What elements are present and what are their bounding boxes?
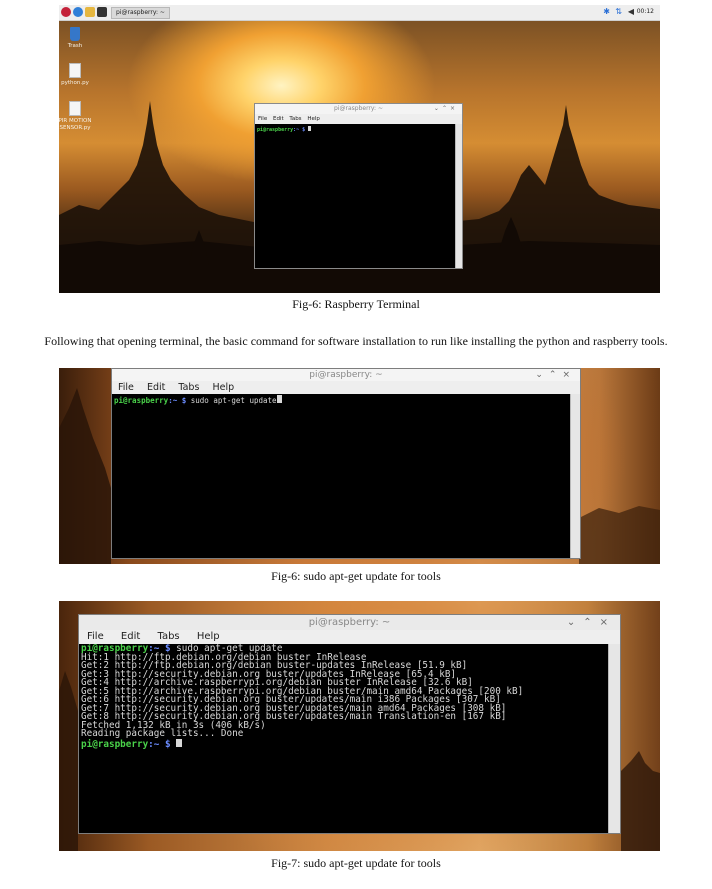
minimize-icon[interactable]: ⌄ [434,105,442,112]
text-cursor [308,126,312,131]
raspberry-menu-icon[interactable] [61,7,71,17]
close-icon[interactable]: × [600,617,616,628]
close-icon[interactable]: × [450,105,458,112]
menu-edit[interactable]: Edit [147,381,165,394]
menu-tabs[interactable]: Tabs [157,630,179,644]
menu-tabs[interactable]: Tabs [178,381,199,394]
minimize-icon[interactable]: ⌄ [535,370,549,380]
menu-help[interactable]: Help [197,630,220,644]
terminal-screen[interactable]: pi@raspberry:~ $ sudo apt-get update Hit:… [79,644,609,833]
prompt-path: :~ $ [293,127,306,133]
prompt-user: pi@raspberry [257,127,294,133]
terminal-screenshot-2: pi@raspberry: ~ ⌄⌃× File Edit Tabs Help … [59,368,660,564]
prompt-path: :~ $ [148,738,171,750]
desktop-icon-trash[interactable]: Trash [59,27,95,50]
maximize-icon[interactable]: ⌃ [549,370,563,380]
text-cursor [176,738,183,747]
menu-file[interactable]: File [87,630,104,644]
scrollbar[interactable] [455,124,462,268]
terminal-title: pi@raspberry: ~ [309,370,383,380]
terminal-window[interactable]: pi@raspberry: ~ ⌄⌃× File Edit Tabs Help … [254,103,463,269]
scrollbar[interactable] [608,644,620,833]
terminal-screen[interactable]: pi@raspberry:~ $ sudo apt-get update [112,394,571,558]
desktop-icon-label: Trash [67,43,83,49]
figure-caption-1: Fig-6: Raspberry Terminal [292,297,420,311]
figure-caption-3: Fig-7: sudo apt-get update for tools [271,856,441,870]
terminal-title: pi@raspberry: ~ [334,105,383,112]
desktop-icon-label: python.py [61,80,89,86]
terminal-menubar: File Edit Tabs Help [112,381,580,394]
terminal-titlebar[interactable]: pi@raspberry: ~ ⌄⌃× [79,615,620,630]
prompt-user: pi@raspberry [81,738,149,750]
taskbar-task-label: pi@raspberry: ~ [116,9,165,16]
menu-tabs[interactable]: Tabs [289,114,301,124]
terminal-icon[interactable] [97,7,107,17]
browser-icon[interactable] [73,7,83,17]
network-icon[interactable]: ⇅ [615,7,622,17]
trash-icon [70,27,80,41]
menu-help[interactable]: Help [307,114,320,124]
terminal-line-prompt: pi@raspberry:~ $ [81,738,607,750]
window-controls[interactable]: ⌄⌃× [567,615,616,630]
terminal-command: sudo apt-get update [186,396,277,405]
terminal-titlebar[interactable]: pi@raspberry: ~ ⌄⌃× [255,104,462,114]
maximize-icon[interactable]: ⌃ [442,105,450,112]
file-icon [69,101,81,116]
menu-edit[interactable]: Edit [121,630,140,644]
terminal-menubar: File Edit Tabs Help [255,114,462,124]
desktop-icon-python[interactable]: python.py [59,63,95,87]
window-controls[interactable]: ⌄⌃× [535,369,576,381]
terminal-screenshot-3: pi@raspberry: ~ ⌄⌃× File Edit Tabs Help … [59,601,660,851]
terminal-output-line: Reading package lists... Done [81,728,244,739]
figure-caption-2: Fig-6: sudo apt-get update for tools [271,569,441,583]
terminal-screen[interactable]: pi@raspberry:~ $ [255,124,456,268]
terminal-titlebar[interactable]: pi@raspberry: ~ ⌄⌃× [112,369,580,381]
menu-edit[interactable]: Edit [273,114,284,124]
text-cursor [276,395,282,403]
window-controls[interactable]: ⌄⌃× [434,104,458,114]
maximize-icon[interactable]: ⌃ [583,617,599,628]
minimize-icon[interactable]: ⌄ [567,617,583,628]
desktop-screenshot: pi@raspberry: ~ ✱ ⇅ ◀ 00:12 Trash python… [59,5,660,293]
volume-icon[interactable]: ◀ [628,7,634,17]
menu-help[interactable]: Help [212,381,234,394]
taskbar: pi@raspberry: ~ ✱ ⇅ ◀ 00:12 [59,5,660,21]
desktop-icon-label: PIR MOTION SENSOR.py [59,118,92,131]
scrollbar[interactable] [570,394,580,558]
folder-icon[interactable] [85,7,95,17]
menu-file[interactable]: File [258,114,267,124]
file-icon [69,63,81,78]
prompt-path: :~ $ [168,396,187,405]
terminal-window[interactable]: pi@raspberry: ~ ⌄⌃× File Edit Tabs Help … [78,614,621,834]
close-icon[interactable]: × [562,370,576,380]
prompt-user: pi@raspberry [114,396,169,405]
taskbar-task-terminal[interactable]: pi@raspberry: ~ [111,7,170,19]
body-paragraph: Following that opening terminal, the bas… [44,334,668,348]
menu-file[interactable]: File [118,381,134,394]
bluetooth-icon[interactable]: ✱ [603,7,610,17]
clock: 00:12 [636,8,654,15]
terminal-menubar: File Edit Tabs Help [79,630,620,644]
desktop-icon-pir[interactable]: PIR MOTION SENSOR.py [59,101,95,132]
terminal-window[interactable]: pi@raspberry: ~ ⌄⌃× File Edit Tabs Help … [111,368,581,559]
terminal-title: pi@raspberry: ~ [308,617,391,628]
